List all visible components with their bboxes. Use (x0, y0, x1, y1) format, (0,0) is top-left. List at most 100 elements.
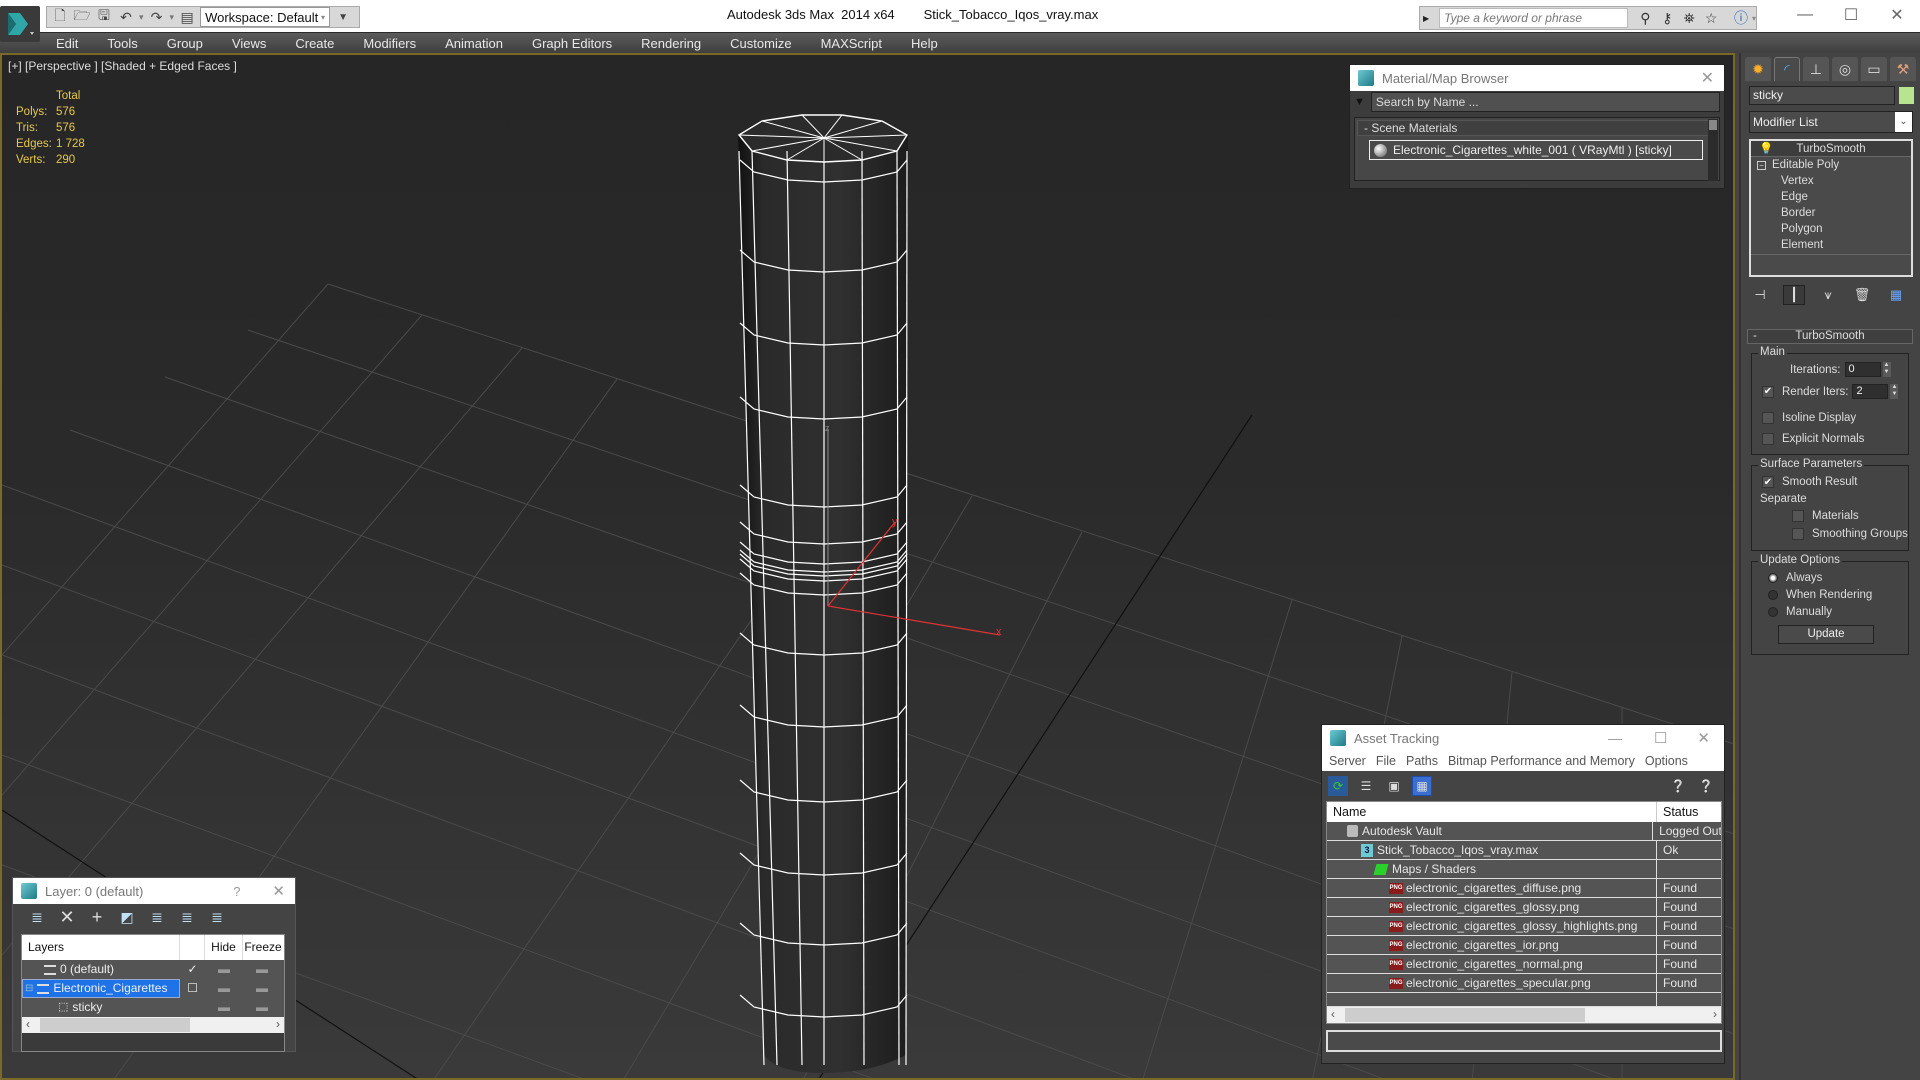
turbosmooth-rollout-header[interactable]: - TurboSmooth (1747, 329, 1913, 344)
star-icon[interactable]: ☆ (1700, 8, 1722, 28)
asset-menu-file[interactable]: File (1376, 751, 1396, 771)
stack-sub-element[interactable]: Element (1751, 237, 1911, 253)
table-row[interactable]: PNG electronic_cigarettes_specular.png Fou… (1327, 974, 1721, 993)
column-freeze[interactable]: Freeze (243, 935, 283, 960)
material-browser-titlebar[interactable]: Material/Map Browser ✕ (1350, 65, 1724, 91)
scroll-left-icon[interactable]: ‹ (26, 1017, 30, 1031)
table-row[interactable]: PNG electronic_cigarettes_glossy.png Found (1327, 898, 1721, 917)
maximize-button[interactable]: ☐ (1828, 0, 1874, 30)
column-current[interactable] (180, 935, 205, 960)
table-row[interactable]: Autodesk Vault Logged Out (1327, 822, 1721, 841)
asset-menu-paths[interactable]: Paths (1406, 751, 1438, 771)
radio-manually[interactable] (1768, 607, 1778, 617)
column-status[interactable]: Status (1657, 802, 1698, 822)
close-button[interactable]: ✕ (1874, 0, 1920, 30)
menu-rendering[interactable]: Rendering (641, 33, 701, 53)
column-hide[interactable]: Hide (205, 935, 243, 960)
pin-stack-icon[interactable]: ⊣ (1749, 285, 1771, 305)
current-layer-check[interactable] (180, 998, 205, 1017)
make-unique-icon[interactable]: ⩛ (1817, 285, 1839, 305)
minimize-icon[interactable]: — (1608, 730, 1622, 746)
asset-table-hscrollbar[interactable]: ‹ › (1327, 1007, 1721, 1023)
close-icon[interactable]: ✕ (272, 882, 285, 900)
collapse-icon[interactable]: − (1757, 161, 1766, 170)
current-layer-check[interactable]: ☐ (180, 979, 205, 998)
menu-modifiers[interactable]: Modifiers (363, 33, 416, 53)
keyword-search-input[interactable]: Type a keyword or phrase (1439, 8, 1629, 28)
close-icon[interactable]: ✕ (1697, 729, 1710, 747)
freeze-toggle[interactable]: ▬ (243, 998, 281, 1017)
menu-group[interactable]: Group (167, 33, 203, 53)
help-icon[interactable]: ❔ (1696, 776, 1716, 796)
iterations-spinner[interactable]: ▲ ▼ (1882, 362, 1891, 377)
set-current-layer-icon[interactable]: ≣ (177, 908, 197, 926)
redo-dropdown-icon[interactable]: ▾ (170, 12, 175, 23)
explicit-normals-checkbox[interactable] (1762, 433, 1774, 445)
configure-modifier-sets-icon[interactable]: ▦ (1885, 285, 1907, 305)
isoline-display-checkbox[interactable] (1762, 412, 1774, 424)
satellite-icon[interactable]: ⛯ (1678, 8, 1700, 28)
menu-edit[interactable]: Edit (56, 33, 78, 53)
list-view-icon[interactable]: ☰ (1356, 776, 1376, 796)
expand-arrow-icon[interactable]: ▶ (1423, 14, 1429, 23)
scroll-right-icon[interactable]: › (276, 1017, 280, 1031)
save-icon[interactable]: 🖫 (95, 7, 113, 26)
stack-sub-edge[interactable]: Edge (1751, 189, 1911, 205)
asset-tracking-titlebar[interactable]: Asset Tracking — ☐ ✕ (1322, 725, 1724, 751)
scroll-right-icon[interactable]: › (1713, 1007, 1717, 1021)
help-dropdown-icon[interactable]: ▾ (1752, 14, 1756, 23)
table-row[interactable]: Maps / Shaders (1327, 860, 1721, 879)
render-iters-spinner[interactable]: ▲ ▼ (1890, 384, 1899, 399)
motion-tab[interactable]: ◎ (1832, 57, 1858, 81)
layer-dialog-titlebar[interactable]: Layer: 0 (default) ? ✕ (13, 878, 295, 904)
table-row[interactable]: PNG electronic_cigarettes_glossy_highligh… (1327, 917, 1721, 936)
hide-toggle[interactable]: ▬ (205, 960, 243, 979)
vault-help-icon[interactable]: ❔ (1668, 776, 1688, 796)
hide-unhide-all-icon[interactable]: ≣ (207, 908, 227, 926)
column-name[interactable]: Name (1327, 802, 1657, 822)
new-layer-icon[interactable]: ≣ (27, 908, 47, 926)
radio-when-rendering[interactable] (1768, 590, 1778, 600)
layer-row-selected[interactable]: ⊟ Electronic_Cigarettes ☐ ▬ ▬ (22, 979, 284, 998)
smooth-result-checkbox[interactable]: ✔ (1762, 476, 1774, 488)
update-button[interactable]: Update (1778, 625, 1874, 644)
viewport-label-menu[interactable]: [+] [Perspective ] [Shaded + Edged Faces… (8, 59, 237, 73)
new-file-icon[interactable]: 🗋 (51, 7, 69, 26)
menu-customize[interactable]: Customize (730, 33, 791, 53)
current-layer-check[interactable]: ✓ (180, 960, 205, 979)
delete-layer-icon[interactable]: ✕ (57, 907, 77, 927)
cylinder-mesh[interactable] (737, 114, 908, 1073)
create-tab[interactable]: ✹ (1745, 57, 1771, 81)
table-row[interactable]: 3 Stick_Tobacco_Iqos_vray.max Ok (1327, 841, 1721, 860)
stack-sub-border[interactable]: Border (1751, 205, 1911, 221)
modifier-list-dropdown[interactable]: Modifier List ⌄ (1749, 111, 1913, 133)
project-folder-icon[interactable]: ▤ (178, 8, 196, 26)
app-menu-button[interactable] (0, 6, 40, 42)
refresh-icon[interactable]: ⟳ (1328, 776, 1348, 796)
customize-toolbar-icon[interactable]: ▼ (334, 8, 352, 26)
workspace-dropdown[interactable]: Workspace: Default ▾ (200, 7, 331, 27)
menu-animation[interactable]: Animation (445, 33, 503, 53)
table-row[interactable]: PNG electronic_cigarettes_ior.png Found (1327, 936, 1721, 955)
add-to-layer-icon[interactable]: + (87, 907, 107, 927)
modify-tab[interactable]: ◜ (1774, 57, 1800, 81)
minimize-button[interactable]: — (1782, 0, 1828, 30)
materials-checkbox[interactable] (1792, 510, 1804, 522)
asset-path-field[interactable] (1326, 1030, 1722, 1052)
menu-create[interactable]: Create (295, 33, 334, 53)
asset-menu-bitmap-performance[interactable]: Bitmap Performance and Memory (1448, 751, 1635, 771)
asset-menu-options[interactable]: Options (1645, 751, 1688, 771)
thumbnail-view-icon[interactable]: ▣ (1384, 776, 1404, 796)
freeze-toggle[interactable]: ▬ (243, 979, 281, 998)
close-icon[interactable]: ✕ (1701, 68, 1714, 88)
open-file-icon[interactable]: 🗁 (73, 7, 91, 26)
select-objects-icon[interactable]: ◩ (117, 908, 137, 926)
menu-views[interactable]: Views (232, 33, 266, 53)
remove-modifier-icon[interactable]: 🗑 (1851, 285, 1873, 305)
scroll-thumb[interactable] (1345, 1008, 1585, 1022)
stack-sub-polygon[interactable]: Polygon (1751, 221, 1911, 237)
scroll-left-icon[interactable]: ‹ (1331, 1007, 1335, 1021)
scene-materials-header[interactable]: - Scene Materials (1357, 120, 1711, 136)
layer-table-hscrollbar[interactable]: ‹ › (22, 1017, 284, 1033)
radio-always[interactable] (1768, 573, 1778, 583)
